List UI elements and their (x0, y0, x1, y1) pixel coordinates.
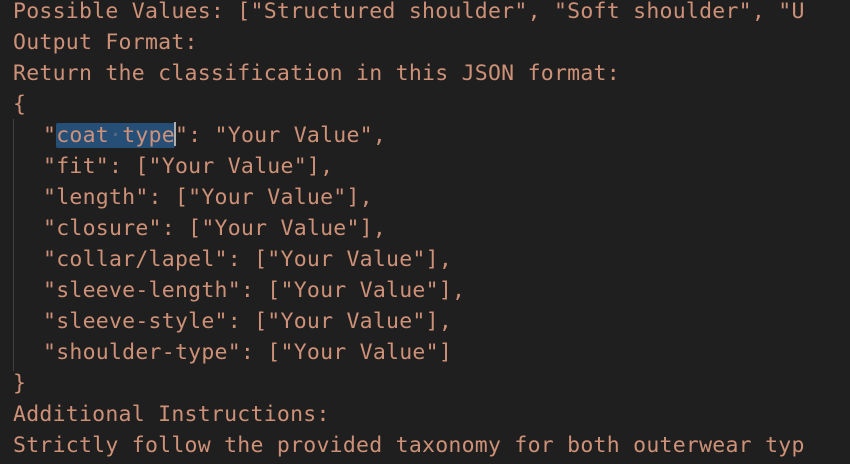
code-line-2: Output Format: (13, 30, 198, 55)
code-line-8: "closure": ["Your Value"], (43, 216, 387, 241)
code-line-13: } (13, 371, 27, 396)
code-line-5: "coat·type": "Your Value", (13, 120, 386, 151)
code-line-9: "collar/lapel": ["Your Value"], (43, 247, 453, 272)
text-selection: coat·type (56, 123, 175, 148)
code-line-10: "sleeve-length": ["Your Value"], (43, 278, 466, 303)
code-line-11: "sleeve-style": ["Your Value"], (43, 309, 453, 334)
coat-line-suffix: ": "Your Value", (174, 123, 387, 148)
code-line-6: "fit": ["Your Value"], (43, 154, 334, 179)
selected-word-coat: coat (56, 123, 109, 148)
code-line-1: Possible Values: ["Structured shoulder",… (13, 0, 805, 24)
whitespace-marker: · (108, 123, 123, 148)
coat-line-prefix: " (43, 123, 57, 148)
code-line-15: Strictly follow the provided taxonomy fo… (13, 433, 805, 458)
code-line-3: Return the classification in this JSON f… (13, 61, 620, 86)
selected-word-type: type (122, 123, 175, 148)
code-line-12: "shoulder-type": ["Your Value"] (43, 340, 453, 365)
code-line-14: Additional Instructions: (13, 402, 330, 427)
code-line-7: "length": ["Your Value"], (43, 185, 373, 210)
code-editor[interactable]: Possible Values: ["Structured shoulder",… (0, 0, 850, 464)
code-line-4: { (13, 92, 27, 117)
